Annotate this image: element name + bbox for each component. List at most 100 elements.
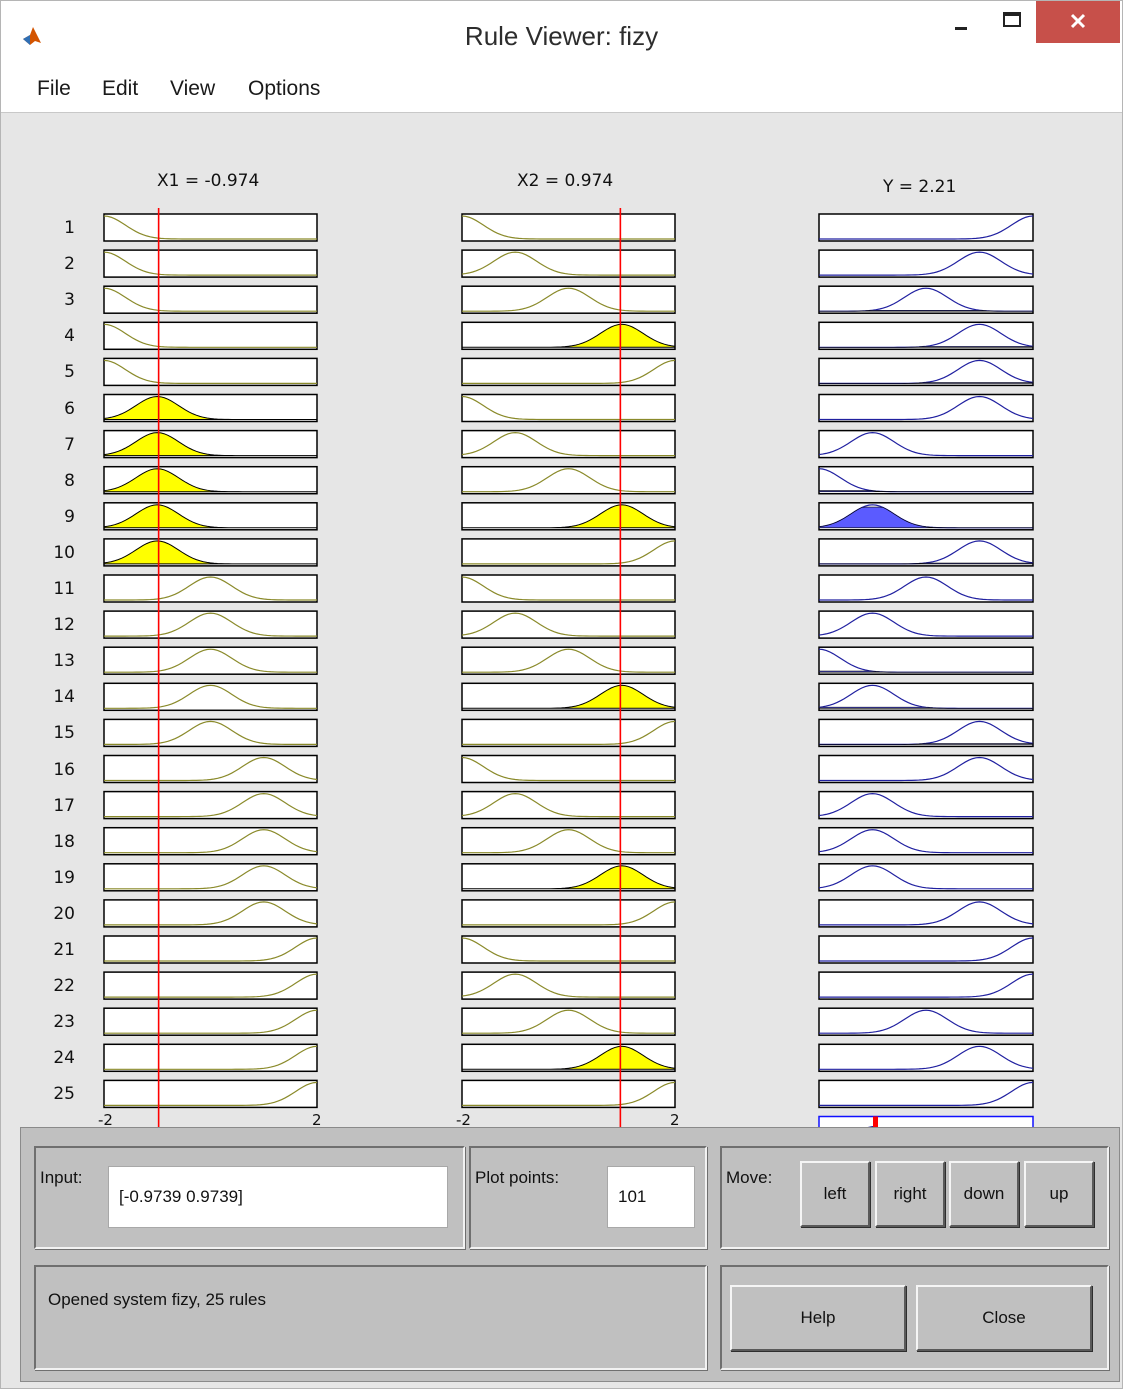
rule-16-plot-x2[interactable] bbox=[461, 754, 676, 784]
move-up-button[interactable]: up bbox=[1024, 1161, 1094, 1227]
rule-20-plot-y[interactable] bbox=[818, 899, 1034, 928]
rule-22-plot-x2[interactable] bbox=[461, 971, 676, 1000]
move-frame: Move: left right down up bbox=[720, 1146, 1109, 1249]
rule-5-plot-y[interactable] bbox=[818, 357, 1034, 387]
rule-9-plot-x1[interactable] bbox=[103, 502, 318, 531]
rule-1-plot-x2[interactable] bbox=[461, 213, 676, 242]
title-bar[interactable]: Rule Viewer: fizy bbox=[1, 1, 1122, 67]
rule-25-plot-y[interactable] bbox=[818, 1079, 1034, 1109]
close-icon bbox=[1070, 13, 1086, 29]
rule-6-plot-y[interactable] bbox=[818, 393, 1034, 423]
move-label: Move: bbox=[726, 1168, 773, 1187]
menu-options[interactable]: Options bbox=[248, 77, 320, 101]
rule-12-plot-x2[interactable] bbox=[461, 610, 676, 639]
rule-16-plot-x1[interactable] bbox=[103, 754, 318, 784]
close-button[interactable] bbox=[1036, 1, 1120, 43]
rule-21-plot-x2[interactable] bbox=[461, 935, 676, 964]
rule-13-plot-x1[interactable] bbox=[103, 646, 318, 675]
rule-2-plot-x2[interactable] bbox=[461, 249, 676, 278]
membership-plots[interactable] bbox=[1, 113, 1122, 1127]
rule-17-plot-x2[interactable] bbox=[461, 790, 676, 820]
help-close-frame: Help Close bbox=[720, 1265, 1109, 1370]
rule-8-plot-y[interactable] bbox=[818, 465, 1034, 495]
rule-23-plot-y[interactable] bbox=[818, 1007, 1034, 1036]
rule-18-plot-x2[interactable] bbox=[461, 826, 676, 856]
rule-4-plot-x2[interactable] bbox=[461, 321, 676, 351]
rule-15-plot-x1[interactable] bbox=[103, 718, 318, 748]
status-frame: Opened system fizy, 25 rules bbox=[34, 1265, 707, 1370]
rule-5-plot-x2[interactable] bbox=[461, 357, 676, 387]
rule-15-plot-x2[interactable] bbox=[461, 718, 676, 748]
close-dialog-button[interactable]: Close bbox=[916, 1285, 1092, 1351]
menu-view[interactable]: View bbox=[170, 77, 215, 101]
rule-13-plot-y[interactable] bbox=[818, 646, 1034, 675]
rule-10-plot-y[interactable] bbox=[818, 538, 1034, 567]
rule-17-plot-y[interactable] bbox=[818, 790, 1034, 820]
rule-9-plot-y[interactable] bbox=[818, 502, 1034, 531]
rule-22-plot-x1[interactable] bbox=[103, 971, 318, 1000]
rule-15-plot-y[interactable] bbox=[818, 718, 1034, 748]
minimize-button[interactable] bbox=[939, 1, 985, 45]
rule-21-plot-y[interactable] bbox=[818, 935, 1034, 964]
rule-19-plot-x2[interactable] bbox=[461, 863, 676, 892]
rule-3-plot-x2[interactable] bbox=[461, 285, 676, 314]
move-down-button[interactable]: down bbox=[949, 1161, 1019, 1227]
rule-19-plot-x1[interactable] bbox=[103, 863, 318, 892]
rule-1-plot-x1[interactable] bbox=[103, 213, 318, 242]
rule-2-plot-y[interactable] bbox=[818, 249, 1034, 278]
move-right-button[interactable]: right bbox=[875, 1161, 945, 1227]
rule-14-plot-x2[interactable] bbox=[461, 682, 676, 712]
menu-file[interactable]: File bbox=[37, 77, 71, 101]
rule-8-plot-x1[interactable] bbox=[103, 465, 318, 495]
rule-18-plot-x1[interactable] bbox=[103, 826, 318, 856]
rule-8-plot-x2[interactable] bbox=[461, 465, 676, 495]
rule-14-plot-x1[interactable] bbox=[103, 682, 318, 712]
rule-3-plot-y[interactable] bbox=[818, 285, 1034, 314]
rule-18-plot-y[interactable] bbox=[818, 826, 1034, 856]
rule-24-plot-y[interactable] bbox=[818, 1043, 1034, 1073]
rule-20-plot-x2[interactable] bbox=[461, 899, 676, 928]
rule-7-plot-x1[interactable] bbox=[103, 429, 318, 459]
rule-16-plot-y[interactable] bbox=[818, 754, 1034, 784]
rule-11-plot-x1[interactable] bbox=[103, 574, 318, 603]
help-button[interactable]: Help bbox=[730, 1285, 906, 1351]
rule-1-plot-y[interactable] bbox=[818, 213, 1034, 242]
rule-2-plot-x1[interactable] bbox=[103, 249, 318, 278]
input-frame: Input: bbox=[34, 1146, 465, 1249]
rule-6-plot-x1[interactable] bbox=[103, 393, 318, 423]
rule-10-plot-x2[interactable] bbox=[461, 538, 676, 567]
rule-23-plot-x1[interactable] bbox=[103, 1007, 318, 1036]
rule-7-plot-y[interactable] bbox=[818, 429, 1034, 459]
rule-4-plot-y[interactable] bbox=[818, 321, 1034, 351]
rule-9-plot-x2[interactable] bbox=[461, 502, 676, 531]
rule-19-plot-y[interactable] bbox=[818, 863, 1034, 892]
move-left-button[interactable]: left bbox=[800, 1161, 870, 1227]
rule-3-plot-x1[interactable] bbox=[103, 285, 318, 314]
minimize-icon bbox=[955, 27, 967, 30]
rule-17-plot-x1[interactable] bbox=[103, 790, 318, 820]
menu-edit[interactable]: Edit bbox=[102, 77, 138, 101]
plot-points-field[interactable] bbox=[607, 1166, 695, 1228]
rule-24-plot-x1[interactable] bbox=[103, 1043, 318, 1073]
input-field[interactable] bbox=[108, 1166, 448, 1228]
rule-21-plot-x1[interactable] bbox=[103, 935, 318, 964]
rule-4-plot-x1[interactable] bbox=[103, 321, 318, 351]
rule-7-plot-x2[interactable] bbox=[461, 429, 676, 459]
rule-20-plot-x1[interactable] bbox=[103, 899, 318, 928]
maximize-button[interactable] bbox=[989, 1, 1035, 45]
rule-14-plot-y[interactable] bbox=[818, 682, 1034, 712]
rule-11-plot-y[interactable] bbox=[818, 574, 1034, 603]
rule-10-plot-x1[interactable] bbox=[103, 538, 318, 567]
rule-22-plot-y[interactable] bbox=[818, 971, 1034, 1000]
rule-25-plot-x1[interactable] bbox=[103, 1079, 318, 1109]
rule-11-plot-x2[interactable] bbox=[461, 574, 676, 603]
rule-6-plot-x2[interactable] bbox=[461, 393, 676, 423]
defuzzified-output-marker bbox=[873, 1116, 878, 1127]
rule-13-plot-x2[interactable] bbox=[461, 646, 676, 675]
rule-5-plot-x1[interactable] bbox=[103, 357, 318, 387]
rule-23-plot-x2[interactable] bbox=[461, 1007, 676, 1036]
rule-12-plot-y[interactable] bbox=[818, 610, 1034, 639]
rule-25-plot-x2[interactable] bbox=[461, 1079, 676, 1109]
rule-12-plot-x1[interactable] bbox=[103, 610, 318, 639]
rule-24-plot-x2[interactable] bbox=[461, 1043, 676, 1073]
